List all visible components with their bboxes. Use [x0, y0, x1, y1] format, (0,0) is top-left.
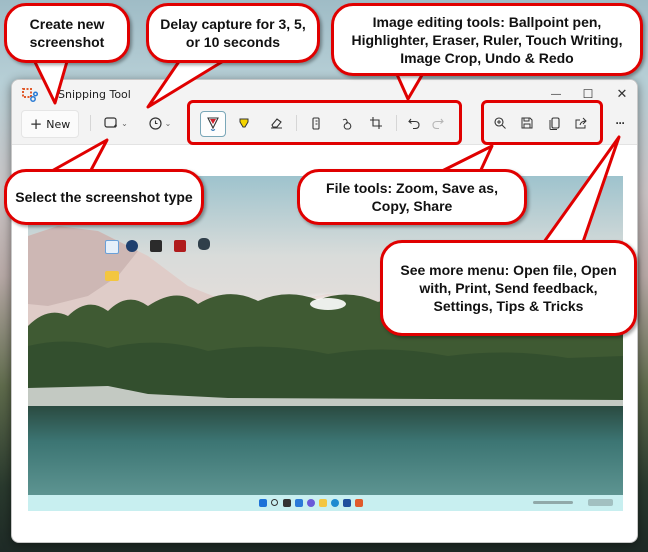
tail-delay: [146, 58, 226, 109]
callout-editing-tools: Image editing tools: Ballpoint pen, High…: [331, 3, 643, 76]
callout-delay-capture: Delay capture for 3, 5, or 10 seconds: [146, 3, 320, 63]
tail-new: [31, 57, 70, 105]
tail-type: [49, 138, 109, 174]
tail-more: [542, 135, 621, 243]
callout-new-screenshot: Create new screenshot: [4, 3, 130, 63]
callout-screenshot-type: Select the screenshot type: [4, 169, 204, 225]
callout-file-tools: File tools: Zoom, Save as, Copy, Share: [297, 169, 527, 225]
callout-see-more: See more menu: Open file, Open with, Pri…: [380, 240, 637, 336]
